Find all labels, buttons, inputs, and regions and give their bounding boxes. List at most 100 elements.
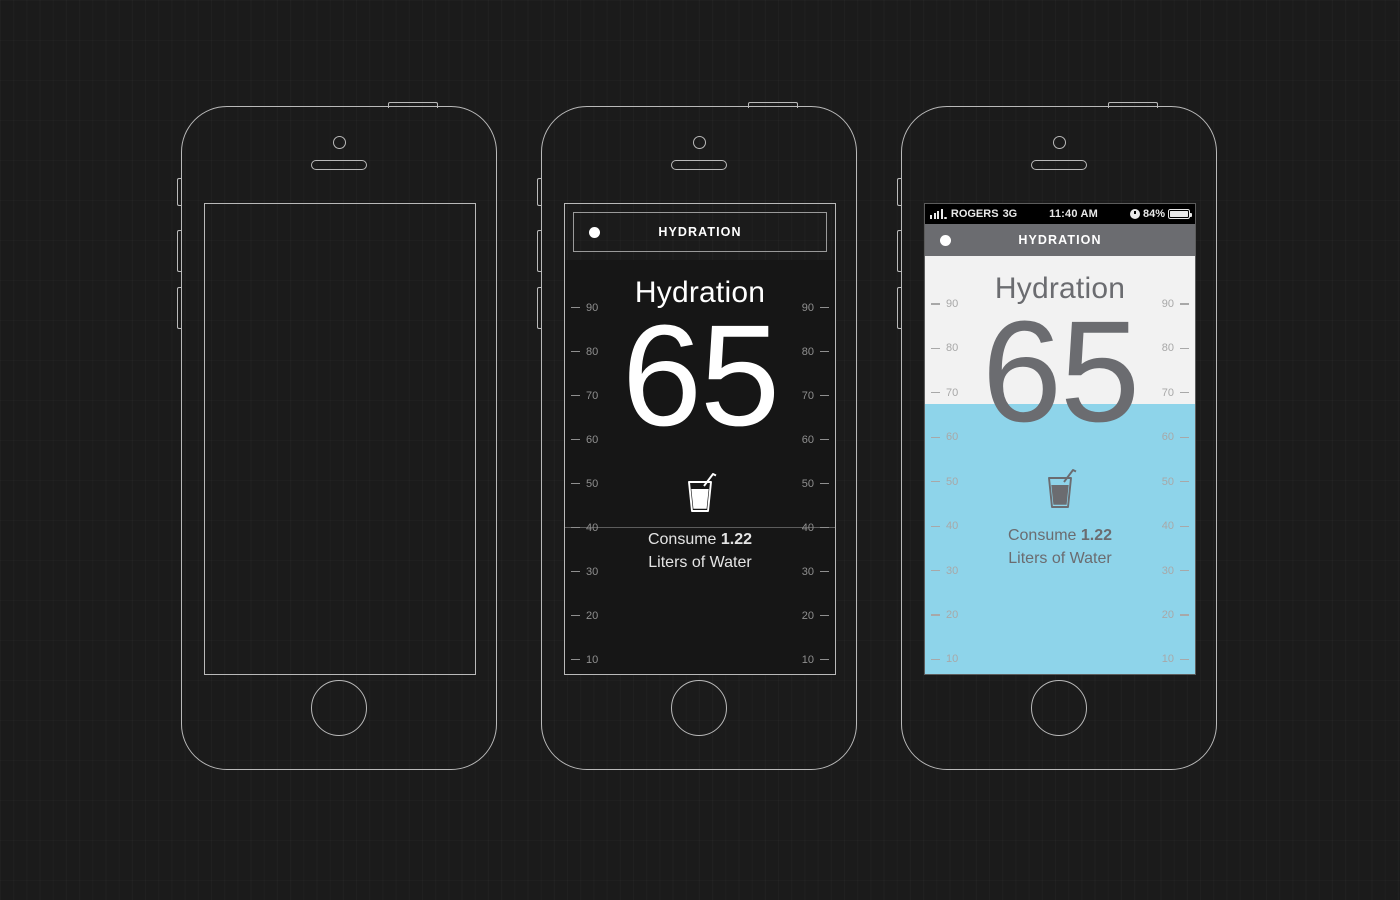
power-button[interactable]	[388, 102, 438, 108]
hydration-gauge: 90 80 70 60 50 40 30 20 10 90 80 70 60 50 40 30 20 10 Hy…	[925, 256, 1195, 674]
tick-dash	[1180, 525, 1189, 527]
consume-text: Consume 1.22 Liters of Water	[648, 528, 752, 574]
scale-tick: 20	[571, 610, 598, 622]
tick-dash	[931, 658, 940, 660]
scale-tick: 10	[802, 654, 829, 666]
mute-switch[interactable]	[177, 178, 182, 206]
tick-dash	[931, 392, 940, 394]
tick-label: 60	[1161, 431, 1174, 444]
scale-tick: 80	[931, 342, 958, 354]
phone-mockup-wireframe: HYDRATION 90 80 70 60 50 40 30 20 10 90 80 70 60 50 4…	[537, 102, 857, 770]
consume-prefix: Consume	[647, 531, 721, 548]
scale-tick: 40	[571, 522, 598, 534]
tick-label: 70	[801, 389, 814, 402]
mute-switch[interactable]	[897, 178, 902, 206]
volume-up-button[interactable]	[537, 230, 542, 272]
volume-up-button[interactable]	[897, 230, 902, 272]
tick-dash	[571, 394, 580, 397]
scale-tick: 40	[1162, 520, 1189, 532]
power-button[interactable]	[748, 102, 798, 108]
volume-down-button[interactable]	[897, 287, 902, 329]
tick-dash	[571, 526, 580, 529]
home-button[interactable]	[311, 680, 367, 736]
tick-label: 80	[801, 345, 814, 358]
earpiece-speaker	[311, 160, 367, 170]
scale-tick: 10	[1162, 653, 1189, 665]
scale-tick: 20	[802, 610, 829, 622]
home-button[interactable]	[1031, 680, 1087, 736]
tick-dash	[931, 303, 940, 305]
scale-tick: 80	[571, 346, 598, 358]
tick-label: 90	[1161, 298, 1174, 311]
scale-tick: 90	[571, 302, 598, 314]
scale-tick: 20	[1162, 609, 1189, 621]
scale-tick: 70	[571, 390, 598, 402]
tick-label: 90	[946, 298, 959, 311]
phone-mockup-design: ROGERS 3G 11:40 AM 84% HYDRATION 90 80 7…	[897, 102, 1217, 770]
scale-tick: 70	[802, 390, 829, 402]
tick-dash	[820, 394, 829, 397]
scale-tick: 30	[1162, 565, 1189, 577]
consume-text: Consume 1.22 Liters of Water	[1008, 524, 1112, 570]
water-glass-icon	[680, 470, 720, 519]
scale-tick: 10	[931, 653, 958, 665]
status-bar: ROGERS 3G 11:40 AM 84%	[925, 204, 1195, 224]
tick-dash	[931, 347, 940, 350]
scale-right: 90 80 70 60 50 40 30 20 10	[777, 260, 835, 674]
mute-switch[interactable]	[537, 178, 542, 206]
network-type-label: 3G	[1002, 208, 1018, 220]
nav-title: HYDRATION	[658, 225, 742, 239]
tick-label: 60	[946, 431, 959, 444]
tick-label: 40	[946, 520, 959, 533]
scale-tick: 90	[1162, 298, 1189, 310]
tick-label: 10	[1161, 653, 1174, 666]
consume-amount: 1.22	[1080, 527, 1113, 544]
tick-label: 40	[801, 521, 814, 534]
home-button[interactable]	[671, 680, 727, 736]
tick-label: 10	[586, 653, 599, 666]
tick-label: 40	[1161, 520, 1174, 533]
tick-label: 50	[946, 475, 959, 488]
power-button[interactable]	[1108, 102, 1158, 108]
tick-label: 50	[586, 477, 599, 490]
phone-screen-blank	[204, 203, 476, 675]
tick-label: 20	[946, 608, 959, 621]
volume-up-button[interactable]	[177, 230, 182, 272]
tick-label: 80	[946, 342, 959, 355]
volume-down-button[interactable]	[177, 287, 182, 329]
scale-tick: 80	[1162, 342, 1189, 354]
tick-dash	[820, 482, 829, 485]
hydration-value: 65	[981, 291, 1140, 452]
tick-label: 90	[801, 301, 814, 314]
tick-dash	[1180, 658, 1189, 660]
scale-tick: 30	[931, 565, 958, 577]
tick-label: 40	[586, 521, 599, 534]
tick-dash	[820, 658, 829, 661]
tick-dash	[820, 614, 829, 617]
tick-label: 70	[586, 389, 599, 402]
tick-dash	[931, 436, 940, 438]
tick-label: 60	[801, 433, 814, 446]
hydration-value: 65	[621, 295, 780, 456]
scale-tick: 50	[1162, 476, 1189, 488]
scale-tick: 50	[571, 478, 598, 490]
scale-left: 90 80 70 60 50 40 30 20 10	[565, 260, 623, 674]
tick-label: 50	[1161, 475, 1174, 488]
nav-title: HYDRATION	[1018, 233, 1102, 247]
signal-bars-icon	[930, 209, 947, 219]
tick-label: 80	[1161, 342, 1174, 355]
tick-dash	[820, 526, 829, 529]
consume-prefix: Consume	[1007, 527, 1081, 544]
tick-label: 30	[586, 565, 599, 578]
tick-dash	[1180, 481, 1189, 483]
consume-suffix: Liters of Water	[1008, 550, 1112, 568]
tick-dash	[931, 525, 940, 527]
tick-label: 70	[1161, 386, 1174, 399]
front-camera-icon	[692, 136, 706, 149]
volume-down-button[interactable]	[537, 287, 542, 329]
scale-tick: 90	[931, 298, 958, 310]
tick-label: 20	[1161, 608, 1174, 621]
tick-dash	[820, 351, 829, 353]
tick-label: 30	[1161, 564, 1174, 577]
scale-tick: 50	[802, 478, 829, 490]
